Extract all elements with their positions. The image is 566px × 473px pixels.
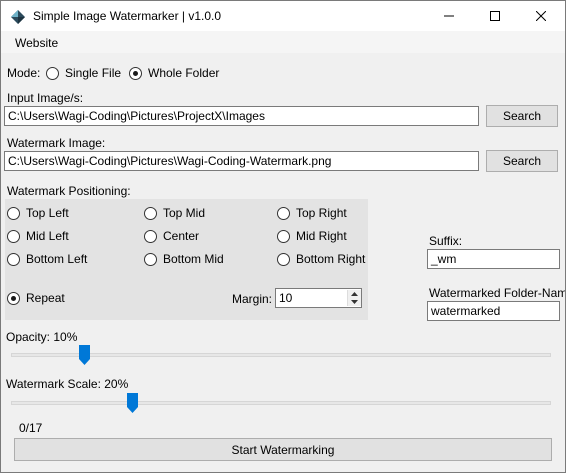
position-bottom-left-label: Bottom Left	[26, 252, 88, 266]
opacity-slider-track[interactable]	[11, 353, 551, 357]
radio-circle-checked	[129, 66, 142, 80]
position-top-right-label: Top Right	[296, 206, 347, 220]
positioning-label: Watermark Positioning:	[7, 184, 131, 198]
scale-slider-track[interactable]	[11, 401, 551, 405]
margin-up-button[interactable]	[347, 290, 361, 298]
suffix-field[interactable]: _wm	[427, 249, 560, 269]
mode-single-file-radio[interactable]: Single File	[46, 66, 121, 80]
input-search-button[interactable]: Search	[486, 105, 558, 127]
title-bar: Simple Image Watermarker | v1.0.0	[1, 1, 565, 31]
app-window: Simple Image Watermarker | v1.0.0 Websit…	[0, 0, 566, 473]
radio-circle-checked	[7, 291, 20, 305]
input-image-label: Input Image/s:	[7, 91, 84, 105]
position-top-right-radio[interactable]: Top Right	[277, 206, 347, 220]
margin-value: 10	[279, 291, 293, 305]
menu-item-website[interactable]: Website	[9, 34, 64, 52]
close-button[interactable]	[518, 1, 564, 31]
position-bottom-mid-label: Bottom Mid	[163, 252, 224, 266]
margin-label: Margin:	[232, 292, 273, 306]
opacity-slider-thumb[interactable]	[78, 345, 90, 365]
chevron-down-icon	[351, 300, 358, 304]
radio-circle	[144, 252, 157, 266]
radio-circle	[46, 66, 59, 80]
menu-bar: Website	[1, 31, 565, 53]
position-center-label: Center	[163, 229, 200, 243]
radio-circle	[277, 206, 290, 220]
opacity-label: Opacity: 10%	[6, 330, 78, 344]
position-mid-right-radio[interactable]: Mid Right	[277, 229, 347, 243]
position-top-left-radio[interactable]: Top Left	[7, 206, 69, 220]
position-top-left-label: Top Left	[26, 206, 69, 220]
watermark-search-button[interactable]: Search	[486, 150, 558, 172]
position-bottom-mid-radio[interactable]: Bottom Mid	[144, 252, 224, 266]
position-bottom-right-radio[interactable]: Bottom Right	[277, 252, 365, 266]
maximize-button[interactable]	[472, 1, 518, 31]
radio-circle	[7, 206, 20, 220]
radio-circle	[277, 229, 290, 243]
mode-whole-folder-radio[interactable]: Whole Folder	[129, 66, 219, 80]
folder-name-label: Watermarked Folder-Name:	[429, 286, 566, 300]
minimize-button[interactable]	[426, 1, 472, 31]
radio-circle	[277, 252, 290, 266]
margin-down-button[interactable]	[347, 298, 361, 306]
maximize-icon	[490, 11, 500, 21]
position-mid-left-label: Mid Left	[26, 229, 69, 243]
mode-label: Mode:	[7, 66, 41, 80]
chevron-up-icon	[351, 292, 358, 296]
position-top-mid-label: Top Mid	[163, 206, 206, 220]
watermark-image-label: Watermark Image:	[7, 136, 106, 150]
input-image-field[interactable]: C:\Users\Wagi-Coding\Pictures\ProjectX\I…	[4, 106, 479, 126]
window-title: Simple Image Watermarker | v1.0.0	[33, 9, 222, 23]
scale-slider-thumb[interactable]	[126, 393, 138, 413]
position-mid-left-radio[interactable]: Mid Left	[7, 229, 69, 243]
minimize-icon	[444, 15, 454, 17]
margin-spinner	[347, 290, 361, 306]
scale-label: Watermark Scale: 20%	[6, 377, 129, 391]
suffix-label: Suffix:	[429, 234, 463, 248]
mode-whole-folder-label: Whole Folder	[148, 66, 220, 80]
watermark-image-field[interactable]: C:\Users\Wagi-Coding\Pictures\Wagi-Codin…	[4, 151, 479, 171]
position-top-mid-radio[interactable]: Top Mid	[144, 206, 205, 220]
position-bottom-right-label: Bottom Right	[296, 252, 366, 266]
radio-circle	[144, 229, 157, 243]
folder-name-field[interactable]: watermarked	[427, 301, 560, 321]
close-icon	[536, 11, 546, 21]
position-bottom-left-radio[interactable]: Bottom Left	[7, 252, 87, 266]
margin-stepper[interactable]: 10	[275, 288, 362, 308]
app-icon	[10, 9, 26, 25]
start-watermarking-button[interactable]: Start Watermarking	[14, 438, 552, 461]
radio-circle	[144, 206, 157, 220]
progress-text: 0/17	[19, 421, 43, 435]
position-repeat-radio[interactable]: Repeat	[7, 291, 65, 305]
radio-circle	[7, 252, 20, 266]
position-mid-right-label: Mid Right	[296, 229, 347, 243]
mode-single-file-label: Single File	[65, 66, 122, 80]
position-center-radio[interactable]: Center	[144, 229, 199, 243]
position-repeat-label: Repeat	[26, 291, 65, 305]
radio-circle	[7, 229, 20, 243]
